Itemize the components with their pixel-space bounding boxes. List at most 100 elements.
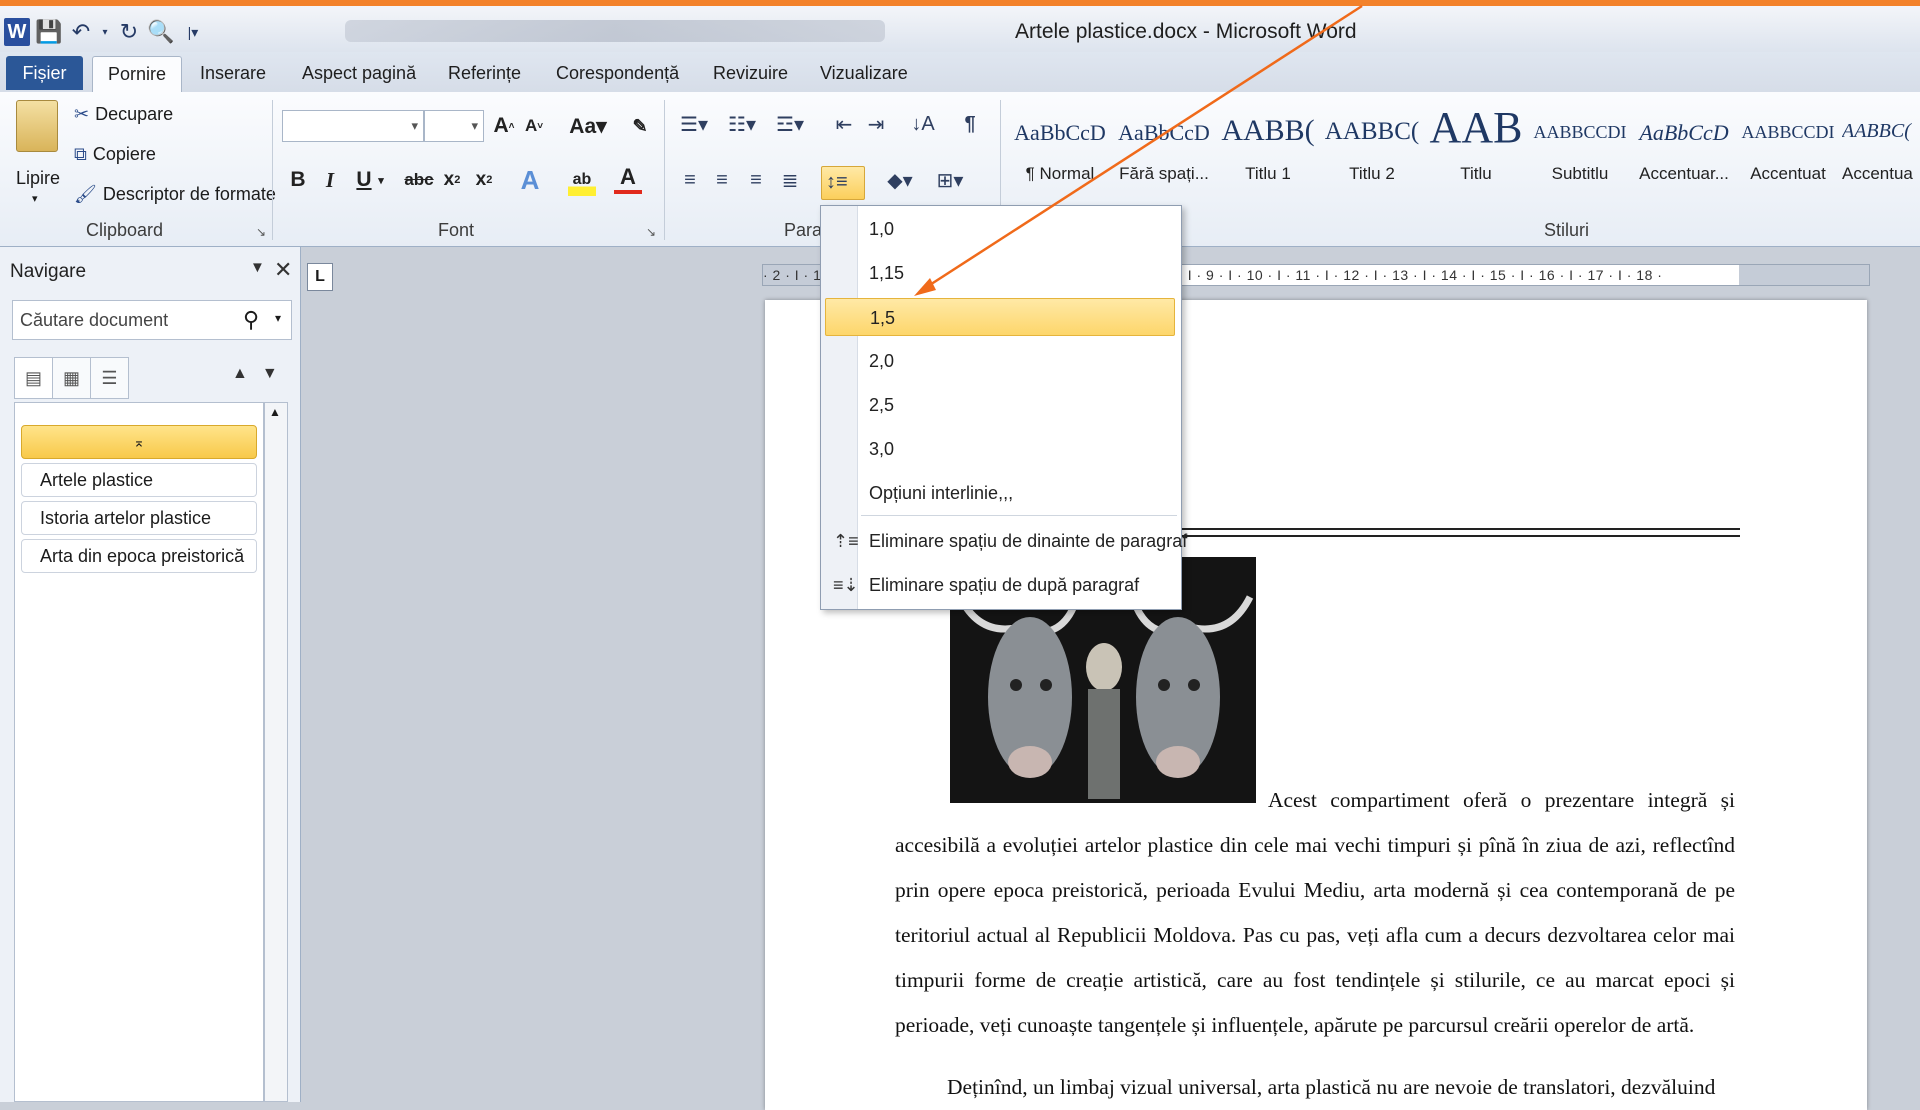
- dialog-launcher-icon[interactable]: ↘: [256, 225, 266, 239]
- multilevel-list-icon[interactable]: ☲▾: [772, 108, 808, 140]
- line-spacing-options-menu-item[interactable]: Opțiuni interlinie,,,: [825, 474, 1175, 512]
- strikethrough-icon[interactable]: abc: [402, 164, 436, 196]
- paragraph-1-first-line[interactable]: Acest compartiment oferă o prezentare in…: [1262, 778, 1735, 823]
- remove-space-before-item[interactable]: ⇡≡ Eliminare spațiu de dinainte de parag…: [825, 522, 1187, 560]
- chevron-down-icon[interactable]: ▾: [275, 311, 281, 325]
- align-left-icon[interactable]: ≡: [676, 164, 704, 196]
- nav-heading-item[interactable]: Istoria artelor plastice: [21, 501, 257, 535]
- style-emphasis[interactable]: AABBCCDI Accentuat: [1738, 120, 1838, 210]
- line-spacing-option-1-5[interactable]: 1,5: [825, 298, 1175, 336]
- results-view-icon[interactable]: ☰: [90, 357, 129, 399]
- previous-heading-icon[interactable]: ▲: [232, 365, 248, 383]
- line-spacing-option-3-0[interactable]: 3,0: [825, 430, 1175, 468]
- style-subtitle[interactable]: AABBCCDI Subtitlu: [1530, 120, 1630, 210]
- chevron-down-icon[interactable]: ▾: [100, 18, 110, 46]
- bold-icon[interactable]: B: [284, 164, 312, 196]
- style-normal[interactable]: AaBbCcD ¶ Normal: [1010, 120, 1110, 210]
- style-heading-1[interactable]: AABB(Titlu 1: [1218, 114, 1318, 210]
- sort-icon[interactable]: ↓A: [908, 108, 938, 140]
- font-color-icon[interactable]: A: [614, 164, 642, 194]
- remove-space-after-item[interactable]: ≡⇣ Eliminare spațiu de după paragraf: [825, 566, 1175, 604]
- align-center-icon[interactable]: ≡: [708, 164, 736, 196]
- tab-insert[interactable]: Inserare: [200, 56, 266, 90]
- text-effects-icon[interactable]: A: [516, 164, 544, 196]
- remove-space-before-label: Eliminare spațiu de dinainte de paragraf: [869, 531, 1188, 551]
- decrease-indent-icon[interactable]: ⇤: [830, 108, 858, 140]
- save-icon[interactable]: 💾: [35, 18, 62, 46]
- highlight-icon[interactable]: ab: [568, 164, 596, 196]
- search-input[interactable]: Căutare document ⚲ ▾: [12, 300, 292, 340]
- numbering-icon[interactable]: ☷▾: [724, 108, 760, 140]
- tab-review[interactable]: Revizuire: [713, 56, 788, 90]
- bullets-icon[interactable]: ☰▾: [676, 108, 712, 140]
- chevron-down-icon[interactable]: ▾: [374, 164, 388, 196]
- borders-icon[interactable]: ⊞▾: [930, 164, 970, 196]
- italic-icon[interactable]: I: [316, 164, 344, 196]
- close-icon[interactable]: ✕: [274, 257, 292, 283]
- redo-icon[interactable]: ↻: [116, 18, 142, 46]
- paste-icon[interactable]: [16, 100, 58, 152]
- style-sample: AaBbCcD: [1118, 120, 1210, 145]
- style-no-spacing[interactable]: AaBbCcD Fără spați...: [1114, 120, 1214, 210]
- dialog-launcher-icon[interactable]: ↘: [646, 225, 656, 239]
- chevron-down-icon[interactable]: ▾: [32, 192, 38, 205]
- format-painter-label: Descriptor de formate: [102, 184, 276, 204]
- shading-icon[interactable]: ◆▾: [880, 164, 920, 196]
- undo-icon[interactable]: ↶: [68, 18, 94, 46]
- print-preview-icon[interactable]: 🔍: [147, 18, 174, 46]
- line-spacing-icon: ↕≡: [826, 171, 848, 193]
- nav-pane-title: Navigare: [10, 261, 87, 282]
- word-logo-icon[interactable]: W: [4, 18, 30, 46]
- line-spacing-option-1-0[interactable]: 1,0: [825, 210, 1175, 248]
- paste-button-label[interactable]: Lipire: [16, 168, 60, 189]
- paragraph-2[interactable]: Deținînd, un limbaj vizual universal, ar…: [895, 1065, 1735, 1110]
- pilcrow-icon[interactable]: ¶: [956, 108, 984, 140]
- headings-view-icon[interactable]: ▤: [14, 357, 53, 399]
- style-name: Titlu 2: [1349, 164, 1395, 183]
- nav-scrollbar[interactable]: ▲: [264, 402, 288, 1102]
- font-size-combo[interactable]: ▾: [424, 110, 484, 142]
- paragraph-1[interactable]: accesibilă a evoluției artelor plastice …: [895, 823, 1735, 1048]
- superscript-icon[interactable]: x2: [470, 164, 498, 196]
- next-heading-icon[interactable]: ▼: [262, 365, 278, 383]
- tab-mailings[interactable]: Corespondență: [556, 56, 679, 90]
- tab-references[interactable]: Referințe: [448, 56, 521, 90]
- shrink-font-icon[interactable]: A ˅: [520, 110, 548, 142]
- tab-file[interactable]: Fișier: [6, 56, 83, 90]
- line-spacing-option-1-15[interactable]: 1,15: [825, 254, 1175, 292]
- pages-view-icon[interactable]: ▦: [52, 357, 91, 399]
- copy-label: Copiere: [92, 144, 156, 164]
- grow-font-icon[interactable]: A ˄: [490, 110, 518, 142]
- style-heading-2[interactable]: AABBC(Titlu 2: [1322, 118, 1422, 210]
- font-name-combo[interactable]: ▾: [282, 110, 424, 142]
- subscript-icon[interactable]: x2: [438, 164, 466, 196]
- nav-heading-item[interactable]: Arta din epoca preistorică: [21, 539, 257, 573]
- nav-collapse-top[interactable]: ⌅: [21, 425, 257, 459]
- tab-page-layout[interactable]: Aspect pagină: [302, 56, 416, 90]
- clear-formatting-icon[interactable]: ✎: [626, 110, 654, 142]
- ruler-right-margin: [1739, 265, 1869, 285]
- tab-view[interactable]: Vizualizare: [820, 56, 908, 90]
- cut-button[interactable]: ✂ Decupare: [74, 104, 173, 125]
- line-spacing-option-2-0[interactable]: 2,0: [825, 342, 1175, 380]
- style-title[interactable]: AAB Titlu: [1426, 103, 1526, 210]
- format-painter-button[interactable]: 🖌 Descriptor de formate: [74, 184, 276, 205]
- customize-icon[interactable]: |▾: [180, 18, 206, 46]
- copy-button[interactable]: ⧉ Copiere: [74, 144, 156, 165]
- scroll-up-icon[interactable]: ▲: [269, 405, 281, 419]
- change-case-icon[interactable]: Aa▾: [568, 110, 608, 142]
- style-intense-emphasis[interactable]: AABBC(Accentua: [1842, 120, 1920, 210]
- line-spacing-button[interactable]: ↕≡: [821, 166, 865, 200]
- style-subtle-emphasis[interactable]: AaBbCcD Accentuar...: [1634, 120, 1734, 210]
- nav-heading-item[interactable]: Artele plastice: [21, 463, 257, 497]
- increase-indent-icon[interactable]: ⇥: [862, 108, 890, 140]
- group-separator: [272, 100, 273, 240]
- tab-selector-icon[interactable]: L: [307, 263, 333, 291]
- paintbrush-icon: 🖌: [74, 184, 97, 204]
- justify-icon[interactable]: ≣: [776, 164, 804, 196]
- search-icon[interactable]: ⚲: [243, 307, 259, 333]
- chevron-down-icon[interactable]: ▼: [250, 259, 265, 276]
- tab-home[interactable]: Pornire: [92, 56, 182, 93]
- line-spacing-option-2-5[interactable]: 2,5: [825, 386, 1175, 424]
- align-right-icon[interactable]: ≡: [742, 164, 770, 196]
